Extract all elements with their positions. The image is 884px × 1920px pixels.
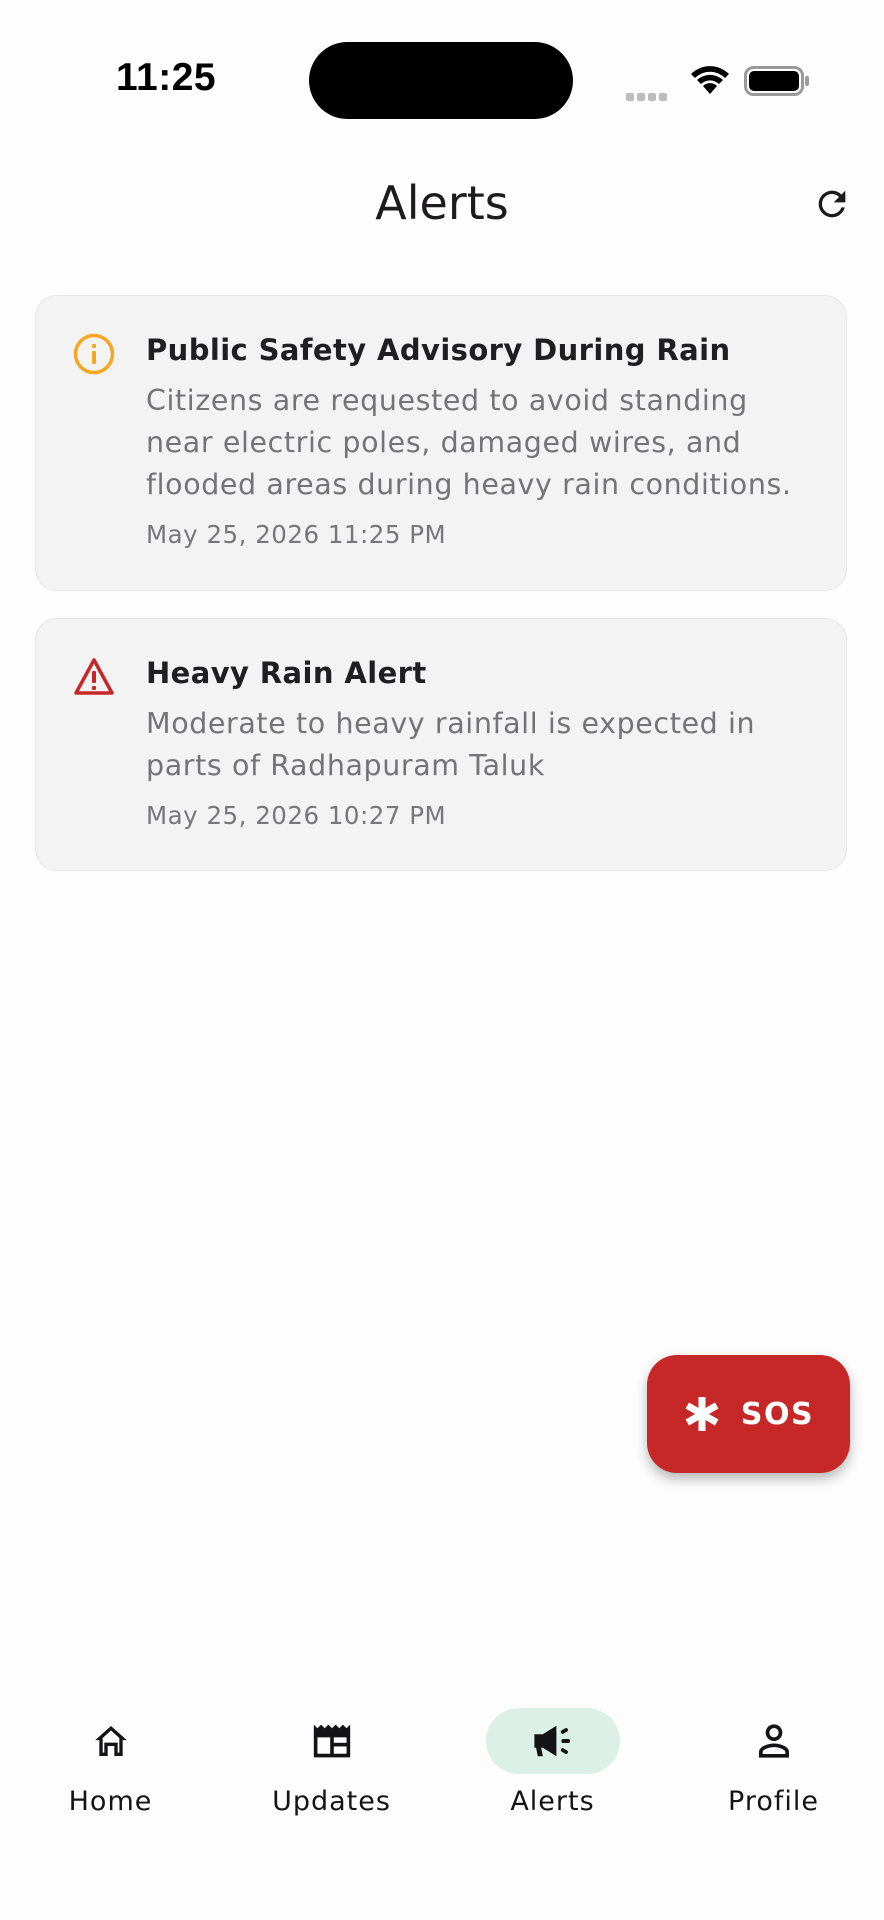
alert-timestamp: May 25, 2026 11:25 PM [146, 520, 447, 549]
newspaper-icon [313, 1724, 350, 1758]
sos-label: SOS [740, 1396, 815, 1432]
megaphone-icon [533, 1725, 570, 1757]
info-icon [73, 333, 115, 375]
nav-label-updates: Updates [272, 1786, 391, 1817]
nav-label-home: Home [68, 1786, 153, 1817]
nav-item-home[interactable]: Home [0, 1690, 221, 1830]
home-icon [94, 1726, 127, 1756]
page-title: Alerts [375, 176, 509, 230]
alert-title: Public Safety Advisory During Rain [146, 333, 731, 367]
alert-timestamp: May 25, 2026 10:27 PM [146, 801, 447, 830]
refresh-icon [818, 190, 846, 218]
alert-title: Heavy Rain Alert [146, 656, 427, 690]
cellular-signal-icon [626, 86, 674, 101]
nav-item-profile[interactable]: Profile [663, 1690, 884, 1830]
alert-description: Citizens are requested to avoid standing… [146, 384, 792, 501]
bottom-navigation: Home Updates Alerts Profile [0, 1690, 884, 1830]
warning-icon [74, 658, 114, 695]
nav-label-profile: Profile [728, 1786, 819, 1817]
nav-label-alerts: Alerts [510, 1786, 595, 1817]
battery-icon [744, 66, 809, 96]
asterisk-icon [685, 1397, 719, 1431]
status-time: 11:25 [116, 56, 217, 99]
dynamic-island [309, 42, 573, 119]
alert-card[interactable]: Public Safety Advisory During Rain Citiz… [35, 295, 847, 591]
sos-button[interactable]: SOS [647, 1355, 850, 1473]
person-icon [758, 1724, 789, 1758]
nav-active-indicator [485, 1708, 620, 1774]
alert-description: Moderate to heavy rainfall is expected i… [146, 707, 756, 782]
alert-card[interactable]: Heavy Rain Alert Moderate to heavy rainf… [35, 618, 847, 871]
wifi-icon [691, 66, 729, 94]
nav-item-alerts[interactable]: Alerts [442, 1690, 663, 1830]
refresh-button[interactable] [808, 180, 856, 228]
nav-item-updates[interactable]: Updates [221, 1690, 442, 1830]
